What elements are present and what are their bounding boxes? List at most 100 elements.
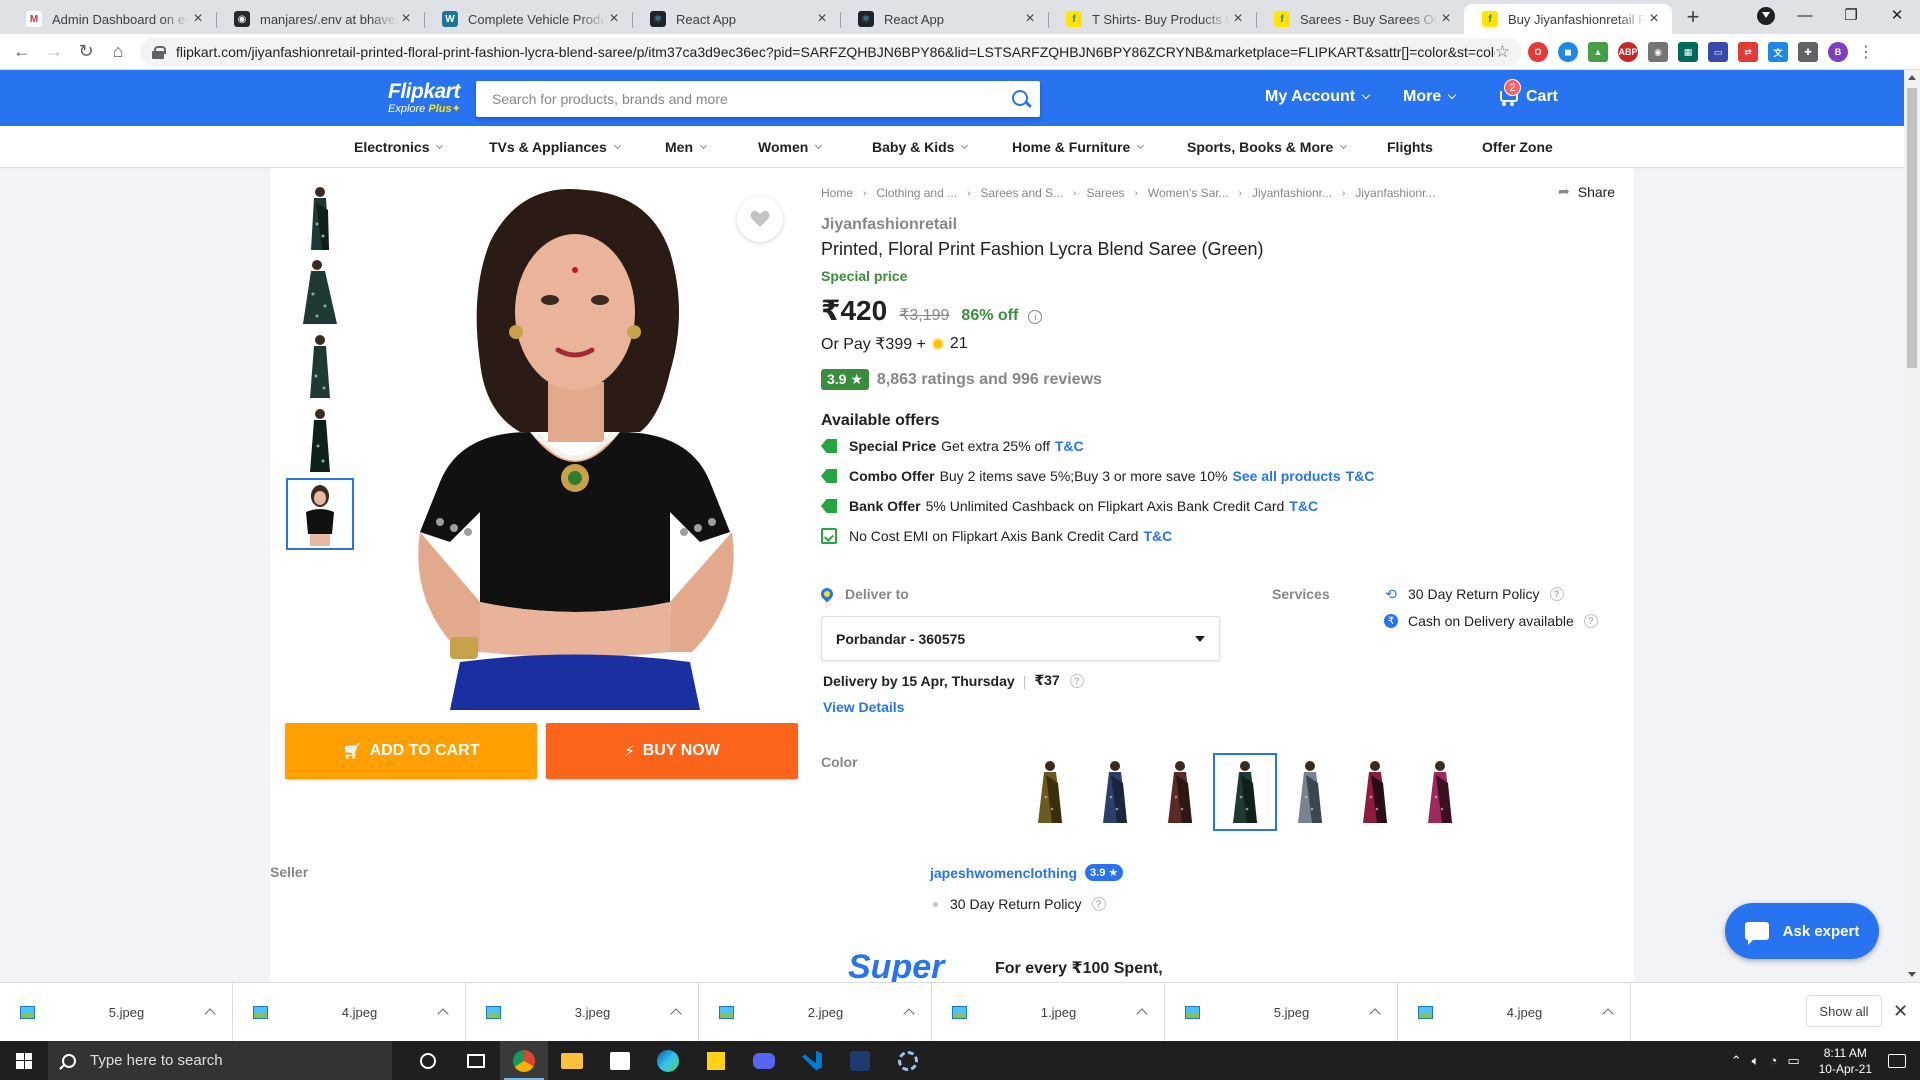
ask-expert-button[interactable]: Ask expert (1725, 903, 1879, 959)
notification-center-icon[interactable] (1888, 1053, 1906, 1068)
breadcrumb-home[interactable]: Home (821, 186, 853, 200)
chevron-up-icon[interactable] (670, 1008, 682, 1020)
thumbnail-3[interactable] (286, 330, 354, 402)
thumbnail-2[interactable] (286, 256, 354, 328)
breadcrumb-brand[interactable]: Jiyanfashionr... (1252, 186, 1332, 200)
download-item[interactable]: 5.jpeg (0, 982, 233, 1042)
adblock-icon[interactable]: ABP (1618, 42, 1638, 62)
ratings-reviews-count[interactable]: 8,863 ratings and 996 reviews (877, 371, 1102, 389)
close-tab-icon[interactable]: × (814, 10, 830, 28)
search-input[interactable] (476, 81, 1000, 117)
download-item[interactable]: 4.jpeg (1398, 982, 1631, 1042)
pincode-select[interactable]: Porbandar - 360575 (821, 616, 1220, 661)
clock[interactable]: 8:11 AM 10-Apr-21 (1819, 1045, 1872, 1077)
task-view-icon[interactable] (452, 1041, 500, 1080)
breadcrumb-womens-sarees[interactable]: Women's Sar... (1148, 186, 1229, 200)
chrome-menu-icon[interactable]: ⋮ (1858, 42, 1874, 62)
page-scrollbar[interactable] (1904, 70, 1920, 982)
more-menu[interactable]: More (1403, 88, 1457, 106)
tray-chevron-up-icon[interactable]: ⌃ (1731, 1053, 1742, 1069)
flipkart-logo[interactable]: Flipkart Explore Plus✦ (388, 80, 461, 115)
chevron-up-icon[interactable] (204, 1008, 216, 1020)
info-icon[interactable]: i (1028, 310, 1043, 324)
color-swatch[interactable] (1213, 753, 1277, 831)
settings-app-icon[interactable] (884, 1041, 932, 1080)
category-offer-zone[interactable]: Offer Zone (1482, 139, 1553, 155)
extension-icon-6[interactable]: ▦ (1678, 42, 1698, 62)
help-icon[interactable]: ? (1091, 897, 1106, 911)
seller-name-link[interactable]: japeshwomenclothing 3.9 ★ (930, 864, 1124, 881)
show-all-downloads-button[interactable]: Show all (1806, 995, 1882, 1027)
extensions-puzzle-icon[interactable]: ✚ (1798, 42, 1818, 62)
reload-button[interactable]: ↻ (70, 41, 102, 62)
taskbar-search[interactable]: Type here to search (48, 1041, 392, 1080)
extension-icon-1[interactable]: O (1528, 42, 1548, 62)
extension-icon-8[interactable]: ⇄ (1738, 42, 1758, 62)
breadcrumb-clothing[interactable]: Clothing and ... (876, 186, 957, 200)
breadcrumb-product[interactable]: Jiyanfashionr... (1355, 186, 1435, 200)
file-explorer-icon[interactable] (548, 1041, 596, 1080)
chrome-taskbar-icon[interactable] (500, 1041, 548, 1080)
extension-icon-7[interactable]: ▭ (1708, 42, 1728, 62)
close-shelf-icon[interactable]: ✕ (1893, 1001, 1908, 1022)
chevron-up-icon[interactable] (1602, 1008, 1614, 1020)
thumbnail-5[interactable] (286, 478, 354, 550)
browser-tab[interactable]: W Complete Vehicle Production× (424, 4, 632, 34)
browser-tab[interactable]: ⚛ React App × (840, 4, 1048, 34)
chevron-up-icon[interactable] (437, 1008, 449, 1020)
profile-avatar[interactable]: B (1828, 42, 1848, 62)
chrome-profile-menu-icon[interactable] (1757, 7, 1775, 25)
address-bar[interactable]: flipkart.com/jiyanfashionretail-printed-… (140, 38, 1522, 66)
discord-icon[interactable] (740, 1041, 788, 1080)
download-item[interactable]: 2.jpeg (699, 982, 932, 1042)
wishlist-heart-button[interactable] (737, 196, 783, 242)
color-swatch[interactable] (1343, 753, 1407, 831)
vscode-icon[interactable] (788, 1041, 836, 1080)
category-women[interactable]: Women (758, 139, 823, 155)
app-icon-blue[interactable] (836, 1041, 884, 1080)
browser-tab[interactable]: f Sarees - Buy Sarees Online× (1256, 4, 1464, 34)
translate-icon[interactable]: 文 (1768, 42, 1788, 62)
category-men[interactable]: Men (665, 139, 708, 155)
close-tab-icon[interactable]: × (1230, 10, 1246, 28)
url-text[interactable]: flipkart.com/jiyanfashionretail-printed-… (176, 44, 1495, 60)
cortana-icon[interactable] (404, 1041, 452, 1080)
google-drive-icon[interactable]: ▲ (1588, 42, 1608, 62)
buy-now-button[interactable]: ⚡︎ BUY NOW (546, 723, 798, 779)
share-button[interactable]: ➦ Share (1558, 183, 1615, 200)
see-all-products-link[interactable]: See all products (1232, 468, 1340, 484)
download-item[interactable]: 4.jpeg (233, 982, 466, 1042)
browser-tab[interactable]: ◉ manjares/.env at bhavesh · GitHub× (216, 4, 424, 34)
store-icon[interactable] (596, 1041, 644, 1080)
browser-tab[interactable]: ⚛ React App × (632, 4, 840, 34)
offer-tc-link[interactable]: T&C (1346, 468, 1375, 484)
color-swatch[interactable] (1083, 753, 1147, 831)
product-main-image[interactable] (370, 182, 782, 710)
lock-icon[interactable] (152, 46, 166, 59)
thumbnail-1[interactable] (286, 182, 354, 254)
scrollbar-thumb[interactable] (1907, 88, 1917, 368)
category-electronics[interactable]: Electronics (354, 139, 444, 155)
logo-subtitle[interactable]: Explore Plus✦ (388, 102, 461, 115)
close-tab-icon[interactable]: × (1438, 10, 1454, 28)
view-details-link[interactable]: View Details (823, 699, 904, 715)
browser-tab[interactable]: f Buy Jiyanfashionretail Printed× (1464, 4, 1672, 34)
breadcrumb-sarees[interactable]: Sarees (1086, 186, 1124, 200)
close-tab-icon[interactable]: × (398, 10, 414, 28)
close-window-button[interactable]: ✕ (1874, 6, 1920, 24)
category-flights[interactable]: Flights (1387, 139, 1433, 155)
close-tab-icon[interactable]: × (190, 10, 206, 28)
extension-icon-2[interactable]: ◼ (1558, 42, 1578, 62)
forward-button[interactable]: → (38, 41, 70, 62)
breadcrumb-sarees-and-s[interactable]: Sarees and S... (980, 186, 1063, 200)
close-tab-icon[interactable]: × (606, 10, 622, 28)
offer-tc-link[interactable]: T&C (1143, 528, 1172, 544)
camera-extension-icon[interactable]: ◉ (1648, 42, 1668, 62)
maximize-button[interactable]: ❐ (1828, 6, 1874, 24)
color-swatch[interactable] (1408, 753, 1472, 831)
sticky-notes-icon[interactable] (692, 1041, 740, 1080)
battery-icon[interactable]: ▭ (1787, 1053, 1799, 1069)
close-tab-icon[interactable]: × (1022, 10, 1038, 28)
browser-tab[interactable]: M Admin Dashboard on e-commerce× (8, 4, 216, 34)
help-icon[interactable]: ? (1069, 673, 1084, 688)
